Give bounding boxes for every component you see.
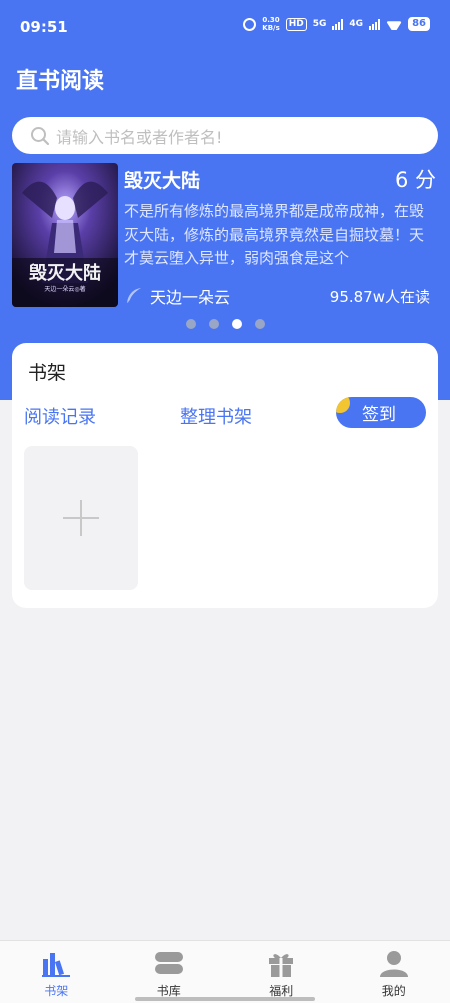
bookshelf-icon (42, 953, 71, 977)
tab-bookshelf[interactable]: 书架 (0, 941, 113, 1003)
carousel-dot-active[interactable] (232, 319, 242, 329)
bottom-tab-bar: 书架 书库 福利 我的 (0, 940, 450, 1003)
sign-in-label: 签到 (362, 405, 396, 425)
search-icon (31, 126, 50, 145)
organize-shelf-link[interactable]: 整理书架 (180, 403, 252, 429)
profile-icon (379, 951, 408, 977)
hd-badge: HD (285, 17, 307, 31)
tab-label: 书架 (44, 984, 69, 998)
gift-icon (269, 954, 294, 977)
bookshelf-card: 书架 阅读记录 整理书架 签到 (12, 343, 438, 608)
carousel-dot[interactable] (209, 319, 219, 329)
feather-icon (126, 288, 141, 305)
add-book-button[interactable] (24, 446, 138, 590)
battery-icon: 86 (408, 17, 430, 31)
net1-label: 5G (312, 19, 327, 29)
coin-icon (336, 397, 350, 413)
search-bar[interactable]: 请输入书名或者作者名! (12, 117, 438, 154)
bookshelf-title: 书架 (28, 362, 67, 384)
status-icons: 0.30 KB/s HD 5G 4G 86 (243, 16, 430, 32)
book-cover-art: 毁灭大陆 天边一朵云◎著 (12, 163, 118, 307)
carousel-dot[interactable] (186, 319, 196, 329)
page-title: 直书阅读 (16, 69, 105, 94)
net-speed: 0.30 KB/s (262, 16, 280, 32)
book-cover[interactable]: 毁灭大陆 天边一朵云◎著 (12, 163, 118, 307)
tab-welfare[interactable]: 福利 (225, 941, 338, 1003)
cover-author: 天边一朵云◎著 (44, 285, 85, 293)
header-banner: 09:51 0.30 KB/s HD 5G 4G 86 直书阅读 请输入书名或者… (0, 0, 450, 400)
search-placeholder: 请输入书名或者作者名! (56, 127, 223, 147)
author-row: 天边一朵云 95.87w人在读 (124, 284, 430, 308)
tab-profile[interactable]: 我的 (338, 941, 450, 1003)
net2-label: 4G (349, 19, 364, 29)
book-description: 不是所有修炼的最高境界都是成帝成神，在毁灭大陆，修炼的最高境界竟然是自掘坟墓！天… (124, 202, 425, 267)
book-author: 天边一朵云 (150, 288, 231, 307)
reading-history-link[interactable]: 阅读记录 (24, 403, 96, 429)
status-bar: 09:51 0.30 KB/s HD 5G 4G 86 (0, 0, 450, 52)
tab-label: 我的 (381, 984, 406, 998)
signal-icon-2 (369, 18, 381, 30)
wifi-icon (386, 18, 402, 30)
alarm-icon (243, 17, 257, 31)
carousel-dot[interactable] (255, 319, 265, 329)
library-icon (154, 952, 183, 974)
carousel-indicator (186, 319, 265, 329)
book-title[interactable]: 毁灭大陆 (124, 166, 200, 193)
cover-title: 毁灭大陆 (29, 262, 101, 284)
home-indicator[interactable] (135, 997, 315, 1001)
tab-library[interactable]: 书库 (113, 941, 226, 1003)
signal-icon (332, 18, 344, 30)
book-score: 6 分 (394, 168, 436, 192)
sign-in-button[interactable]: 签到 (336, 397, 426, 428)
reader-count: 95.87w人在读 (329, 287, 430, 306)
status-time: 09:51 (20, 18, 68, 36)
